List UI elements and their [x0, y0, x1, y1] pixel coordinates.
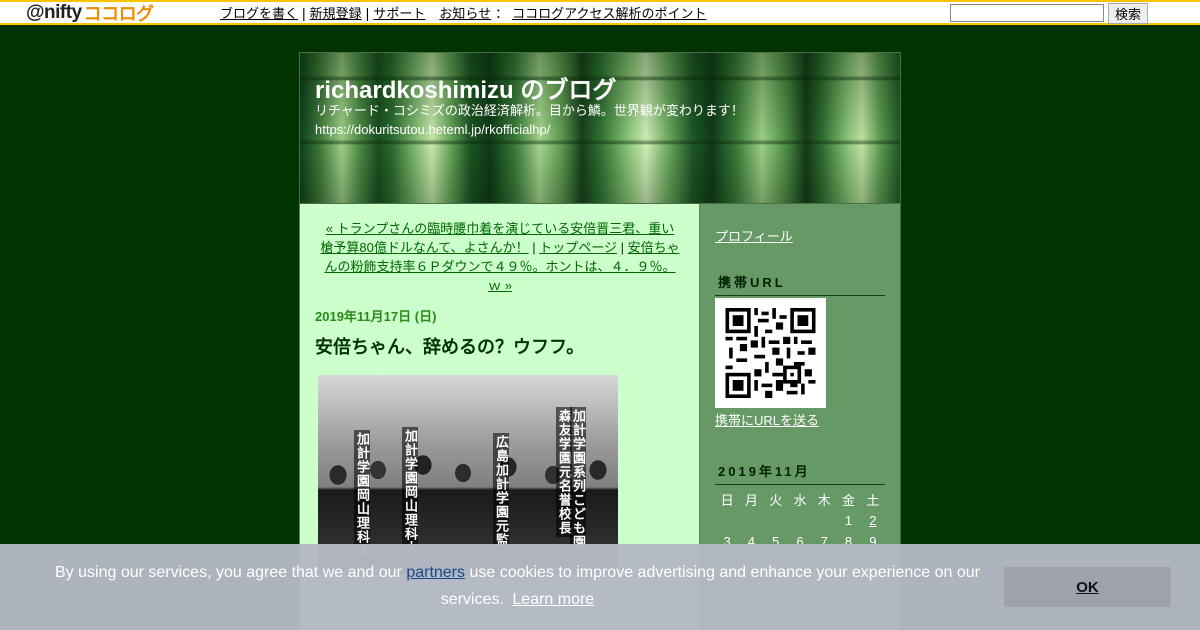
weekday-label: 月: [744, 493, 758, 508]
post-title: 安倍ちゃん、辞めるの？ウフフ。: [315, 337, 585, 357]
weekday-label: 日: [720, 493, 734, 508]
nav-separator: |: [365, 4, 370, 21]
qr-code-icon: [725, 308, 816, 398]
partners-link[interactable]: partners: [406, 564, 465, 581]
calendar-day: 1: [844, 513, 853, 528]
photo-caption-label: 加計学園岡山理科大: [402, 427, 418, 557]
access-analysis-link[interactable]: ココログアクセス解析のポイント: [512, 3, 706, 22]
news-link[interactable]: お知らせ: [439, 3, 491, 22]
top-page-link[interactable]: トップページ: [539, 240, 617, 255]
news-colon: ：: [495, 6, 509, 21]
nifty-topbar: @nifty ココログ ブログを書く | 新規登録 | サポート お知らせ ： …: [0, 0, 1200, 25]
mobile-url-heading: 携帯URL: [715, 272, 885, 296]
send-url-to-mobile-link[interactable]: 携帯にURLを送る: [715, 410, 819, 429]
calendar-day: [739, 510, 763, 531]
cookie-text-before: By using our services, you agree that we…: [55, 564, 407, 581]
write-blog-link[interactable]: ブログを書く: [220, 3, 298, 22]
logo-cocolog-text: ココログ: [83, 3, 155, 24]
learn-more-link[interactable]: Learn more: [512, 591, 594, 608]
logo-nifty-text: @nifty: [26, 1, 82, 23]
cookie-message: By using our services, you agree that we…: [40, 559, 995, 613]
support-link[interactable]: サポート: [373, 3, 425, 22]
register-link[interactable]: 新規登録: [310, 3, 362, 22]
weekday-label: 火: [769, 493, 783, 508]
calendar-day: [764, 510, 788, 531]
calendar-day: [812, 510, 836, 531]
nav-separator: |: [528, 240, 540, 255]
post-navigation: « トランプさんの臨時腰巾着を演じている安倍晋三君、重い槍予算80億ドルなんて、…: [320, 219, 680, 295]
nav-separator: |: [616, 240, 628, 255]
photo-caption-label: 広島加計学園元監: [493, 433, 509, 549]
photo-caption-label: 加計学園岡山理科大: [354, 430, 370, 560]
post-date: 2019年11月17日 (日): [315, 309, 437, 324]
search-input[interactable]: [950, 4, 1104, 22]
calendar-day: [788, 510, 812, 531]
blog-url-text: https://dokuritsutou.heteml.jp/rkofficia…: [315, 122, 551, 137]
calendar-day-link[interactable]: 2: [861, 510, 885, 531]
nifty-cocolog-logo[interactable]: @nifty ココログ: [26, 1, 155, 24]
photo-caption-label: 加計学園系列こども園: [570, 407, 586, 551]
nav-separator: |: [302, 4, 306, 21]
calendar-week-row: 1 2: [715, 510, 885, 531]
qr-code-image: [715, 298, 826, 408]
blog-title[interactable]: richardkoshimizu のブログ: [315, 70, 616, 105]
calendar-table: 日 月 火 水 木 金 土 1 2 3 4 5 6 7 8 9: [715, 489, 885, 552]
blog-header-banner: richardkoshimizu のブログ リチャード・コシミズの政治経済解析。…: [299, 52, 901, 204]
profile-link[interactable]: プロフィール: [715, 226, 793, 245]
calendar-heading: 2019年11月: [715, 461, 885, 485]
weekday-label: 水: [793, 493, 807, 508]
cookie-consent-banner: By using our services, you agree that we…: [0, 544, 1200, 630]
calendar-day-link-text[interactable]: 2: [869, 513, 876, 528]
top-navigation: ブログを書く | 新規登録 | サポート お知らせ ： ココログアクセス解析のポ…: [220, 3, 706, 22]
calendar-weekday-row: 日 月 火 水 木 金 土: [715, 489, 885, 510]
weekday-label: 木: [817, 493, 831, 508]
cookie-ok-button[interactable]: OK: [1004, 567, 1171, 607]
calendar-day: [715, 510, 739, 531]
blog-description-line: リチャード・コシミズの政治経済解析。目から鱗。世界観が変わります！: [315, 103, 744, 118]
blog-description: リチャード・コシミズの政治経済解析。目から鱗。世界観が変わります！ https:…: [315, 101, 744, 139]
weekday-label: 土: [866, 493, 880, 508]
search-button[interactable]: 検索: [1108, 3, 1148, 24]
weekday-label: 金: [842, 493, 856, 508]
